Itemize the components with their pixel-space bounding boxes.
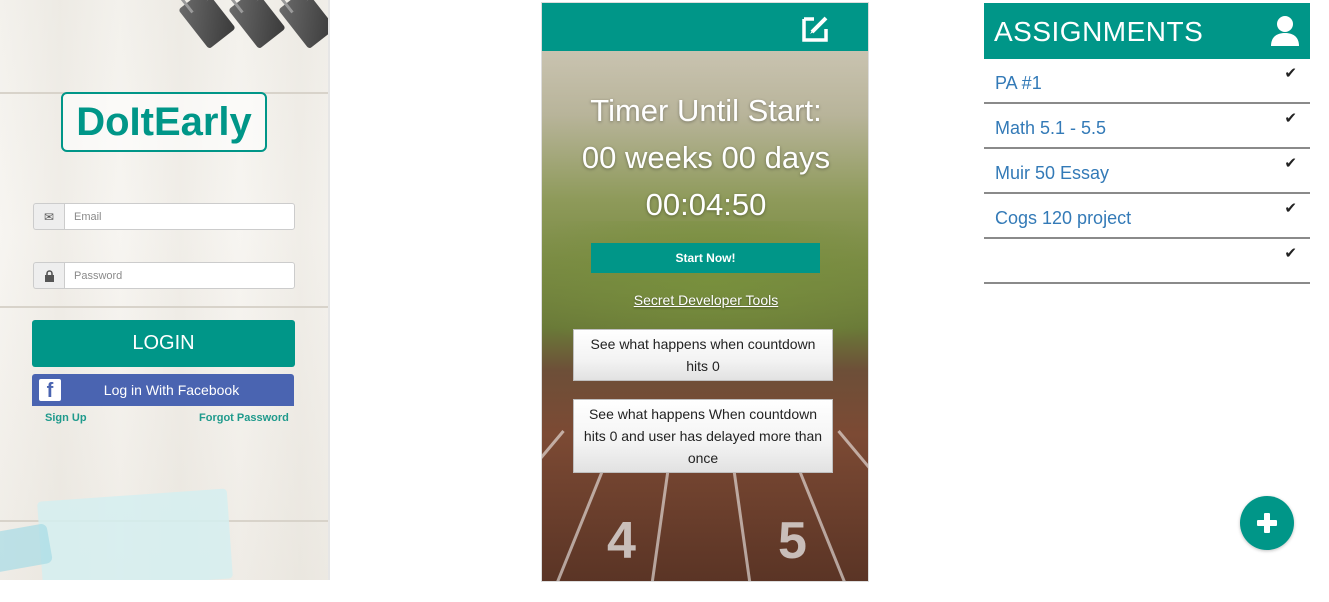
user-icon[interactable]: [1270, 15, 1300, 47]
binder-clip-decoration: [228, 0, 286, 50]
password-field[interactable]: [64, 262, 295, 289]
email-field-group: ✉: [33, 203, 295, 230]
assignment-row[interactable]: PA #1 ✔: [984, 59, 1310, 104]
assignment-row[interactable]: Muir 50 Essay ✔: [984, 149, 1310, 194]
forgot-password-link[interactable]: Forgot Password: [199, 412, 289, 424]
assignment-row[interactable]: Cogs 120 project ✔: [984, 194, 1310, 239]
check-icon[interactable]: ✔: [1284, 154, 1297, 172]
binder-clip-decoration: [278, 0, 328, 50]
background-plank: [0, 306, 328, 308]
timer-header-bar: [542, 3, 868, 51]
check-icon[interactable]: ✔: [1284, 109, 1297, 127]
sign-up-link[interactable]: Sign Up: [45, 412, 87, 424]
edit-icon[interactable]: [800, 13, 832, 43]
timer-screen: 4 5 Timer Until Start: 00 weeks 00 days …: [541, 2, 869, 582]
email-field[interactable]: [64, 203, 295, 230]
countdown-display: Timer Until Start: 00 weeks 00 days 00:0…: [542, 87, 868, 228]
lane-number: 4: [607, 512, 636, 570]
simulate-countdown-zero-button[interactable]: See what happens when countdown hits 0: [573, 329, 833, 381]
login-button[interactable]: LOGIN: [32, 320, 295, 367]
login-screen: DoItEarly ✉ LOGIN f Log in With Facebook…: [0, 0, 330, 580]
assignment-name[interactable]: PA #1: [995, 73, 1042, 94]
assignment-name[interactable]: Muir 50 Essay: [995, 163, 1109, 184]
start-now-button[interactable]: Start Now!: [591, 243, 820, 273]
assignment-name[interactable]: Math 5.1 - 5.5: [995, 118, 1106, 139]
app-mockups: DoItEarly ✉ LOGIN f Log in With Facebook…: [0, 0, 1329, 602]
assignment-name[interactable]: Cogs 120 project: [995, 208, 1131, 229]
lock-icon: [33, 262, 64, 289]
binder-clip-decoration: [178, 0, 236, 50]
paper-decoration: [37, 488, 233, 580]
facebook-login-label: Log in With Facebook: [103, 382, 240, 398]
check-icon[interactable]: ✔: [1284, 199, 1297, 217]
facebook-icon: f: [39, 379, 61, 401]
facebook-login-button[interactable]: f Log in With Facebook: [32, 374, 294, 406]
assignment-list: PA #1 ✔ Math 5.1 - 5.5 ✔ Muir 50 Essay ✔…: [984, 59, 1310, 284]
lane-number: 5: [778, 512, 807, 570]
check-icon[interactable]: ✔: [1284, 244, 1297, 262]
simulate-delayed-countdown-button[interactable]: See what happens When countdown hits 0 a…: [573, 399, 833, 473]
assignments-header-bar: ASSIGNMENTS: [984, 3, 1310, 59]
developer-tools-link[interactable]: Secret Developer Tools: [542, 292, 868, 308]
countdown-clock: 00:04:50: [645, 187, 767, 222]
envelope-icon: ✉: [33, 203, 64, 230]
countdown-weeks-days: 00 weeks 00 days: [581, 140, 831, 175]
plus-icon: [1257, 513, 1277, 533]
check-icon[interactable]: ✔: [1284, 64, 1297, 82]
app-logo: DoItEarly: [61, 92, 267, 152]
countdown-heading: Timer Until Start:: [590, 93, 822, 128]
assignments-screen: ASSIGNMENTS PA #1 ✔ Math 5.1 - 5.5 ✔ Mui…: [984, 3, 1310, 583]
add-assignment-button[interactable]: [1240, 496, 1294, 550]
assignment-row[interactable]: ✔: [984, 239, 1310, 284]
assignment-row[interactable]: Math 5.1 - 5.5 ✔: [984, 104, 1310, 149]
password-field-group: [33, 262, 295, 289]
page-title: ASSIGNMENTS: [994, 16, 1204, 47]
